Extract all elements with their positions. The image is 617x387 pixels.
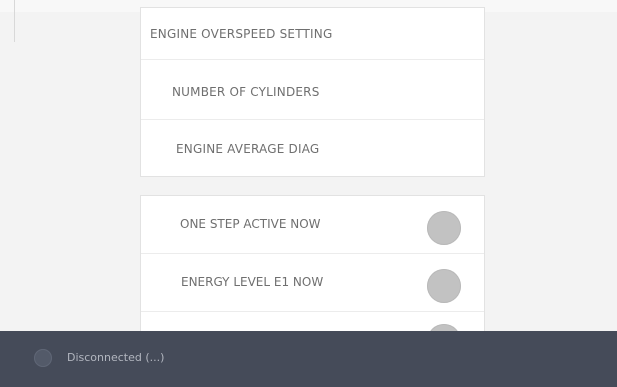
engine-average-diag-row[interactable]: ENGINE AVERAGE DIAG (141, 120, 484, 178)
one-step-active-now-label: ONE STEP ACTIVE NOW (180, 217, 321, 231)
connection-status-text: Disconnected (...) (67, 351, 165, 364)
energy-level-e1-now-row[interactable]: ENERGY LEVEL E1 NOW (141, 254, 484, 312)
energy-level-e1-now-toggle[interactable] (427, 269, 461, 303)
settings-panel-lower: ONE STEP ACTIVE NOW ENERGY LEVEL E1 NOW (140, 195, 485, 358)
one-step-active-now-toggle[interactable] (427, 211, 461, 245)
status-bar: Disconnected (...) (0, 331, 617, 387)
energy-level-e1-now-label: ENERGY LEVEL E1 NOW (181, 275, 324, 289)
connection-status-icon (34, 349, 52, 367)
left-divider (14, 0, 15, 42)
engine-overspeed-setting-label: ENGINE OVERSPEED SETTING (150, 26, 333, 41)
settings-panel-upper: ENGINE OVERSPEED SETTING NUMBER OF CYLIN… (140, 7, 485, 177)
number-of-cylinders-row[interactable]: NUMBER OF CYLINDERS (141, 64, 484, 120)
number-of-cylinders-label: NUMBER OF CYLINDERS (172, 84, 320, 99)
engine-average-diag-label: ENGINE AVERAGE DIAG (176, 142, 320, 156)
one-step-active-now-row[interactable]: ONE STEP ACTIVE NOW (141, 196, 484, 254)
engine-overspeed-setting-row[interactable]: ENGINE OVERSPEED SETTING (141, 8, 484, 60)
